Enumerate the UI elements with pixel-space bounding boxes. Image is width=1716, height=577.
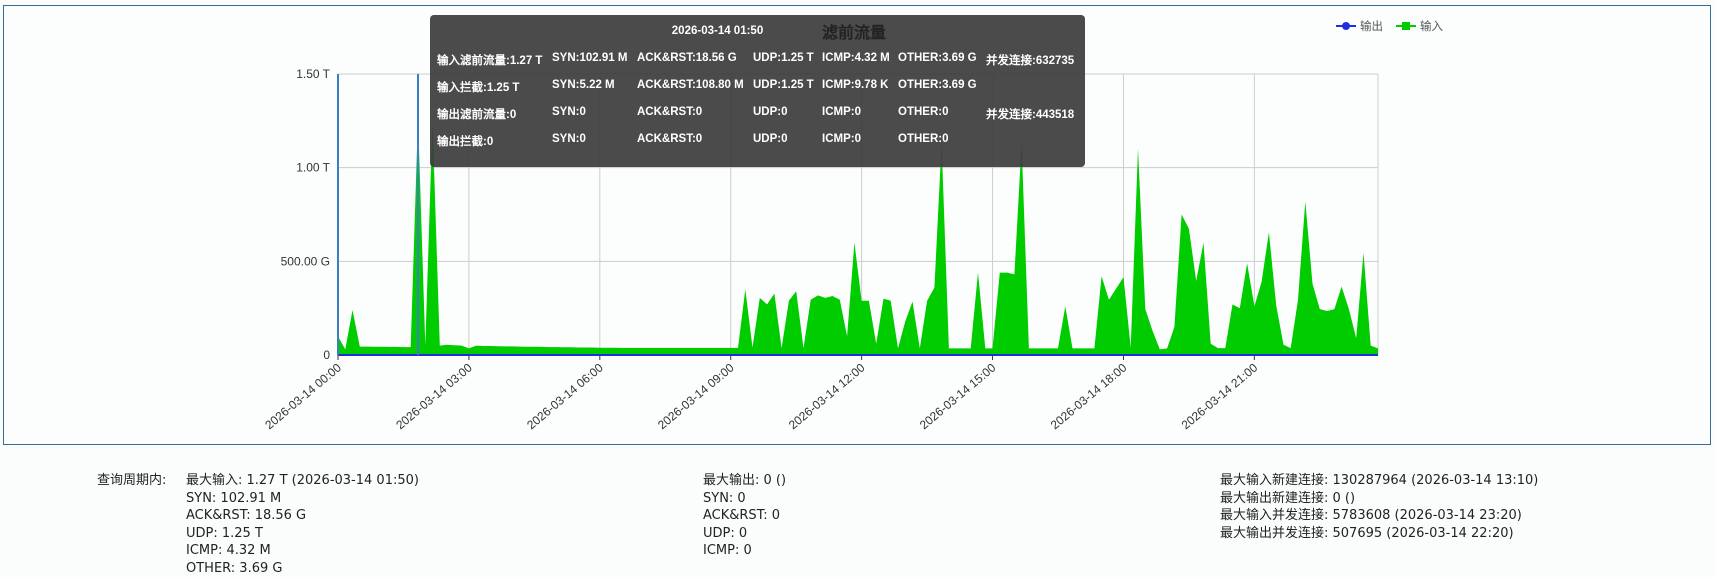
stat-line: 最大输入并发连接: 5783608 (2026-03-14 23:20) — [1220, 507, 1538, 525]
x-tick-label: 2026-03-14 15:00 — [917, 360, 999, 432]
x-tick-label: 2026-03-14 12:00 — [786, 360, 868, 432]
chart-tooltip: 2026-03-14 01:50 输入滤前流量:1.27 T SYN:102.91… — [430, 15, 1085, 167]
tooltip-value: SYN:102.91 M — [552, 52, 627, 64]
x-tick-label: 2026-03-14 00:00 — [262, 360, 344, 432]
circle-marker-icon — [1336, 21, 1356, 31]
tooltip-value: SYN:5.22 M — [552, 79, 615, 91]
stat-line: ACK&RST: 0 — [703, 507, 786, 525]
y-tick-label: 500.00 G — [281, 254, 330, 268]
tooltip-value: UDP:0 — [753, 106, 788, 118]
x-tick-label: 2026-03-14 09:00 — [655, 360, 737, 432]
stat-line: 最大输出并发连接: 507695 (2026-03-14 22:20) — [1220, 525, 1538, 543]
tooltip-value: ICMP:4.32 M — [822, 52, 890, 64]
stats-output: 最大输出: 0 ()SYN: 0ACK&RST: 0UDP: 0ICMP: 0 — [703, 472, 786, 560]
legend-label: 输入 — [1420, 18, 1443, 34]
x-tick-label: 2026-03-14 18:00 — [1048, 360, 1130, 432]
stat-line: 最大输出新建连接: 0 () — [1220, 490, 1538, 508]
x-tick-label: 2026-03-14 03:00 — [393, 360, 475, 432]
tooltip-value: ACK&RST:18.56 G — [637, 52, 737, 64]
tooltip-value: UDP:1.25 T — [753, 79, 814, 91]
tooltip-value: 输入滤前流量:1.27 T — [437, 52, 542, 68]
y-tick-label: 0 — [323, 348, 330, 362]
x-tick-label: 2026-03-14 06:00 — [524, 360, 606, 432]
x-tick-label: 2026-03-14 21:00 — [1179, 360, 1261, 432]
tooltip-value: OTHER:3.69 G — [898, 79, 977, 91]
tooltip-value: ICMP:0 — [822, 133, 861, 145]
tooltip-value: UDP:0 — [753, 133, 788, 145]
stats-input: 最大输入: 1.27 T (2026-03-14 01:50)SYN: 102.… — [186, 472, 419, 577]
tooltip-value: UDP:1.25 T — [753, 52, 814, 64]
stat-line: SYN: 0 — [703, 490, 786, 508]
tooltip-value: SYN:0 — [552, 133, 586, 145]
tooltip-value: 输出滤前流量:0 — [437, 106, 516, 122]
stat-line: UDP: 1.25 T — [186, 525, 419, 543]
stat-line: 最大输出: 0 () — [703, 472, 786, 490]
y-tick-label: 1.00 T — [296, 161, 330, 175]
tooltip-value: ICMP:9.78 K — [822, 79, 888, 91]
tooltip-value: OTHER:0 — [898, 133, 948, 145]
tooltip-value: SYN:0 — [552, 106, 586, 118]
legend-label: 输出 — [1360, 18, 1383, 34]
stat-line: UDP: 0 — [703, 525, 786, 543]
tooltip-value: ACK&RST:108.80 M — [637, 79, 744, 91]
stat-line: ICMP: 0 — [703, 542, 786, 560]
legend-item-output[interactable]: 输出 — [1336, 18, 1383, 34]
stat-line: 最大输入新建连接: 130287964 (2026-03-14 13:10) — [1220, 472, 1538, 490]
tooltip-value: 输入拦截:1.25 T — [437, 79, 519, 95]
tooltip-value: ACK&RST:0 — [637, 106, 702, 118]
tooltip-value: 并发连接:443518 — [986, 106, 1074, 122]
tooltip-value: 输出拦截:0 — [437, 133, 493, 149]
stats-connections: 最大输入新建连接: 130287964 (2026-03-14 13:10)最大… — [1220, 472, 1538, 542]
stat-line: 最大输入: 1.27 T (2026-03-14 01:50) — [186, 472, 419, 490]
tooltip-value: OTHER:3.69 G — [898, 52, 977, 64]
tooltip-value: ACK&RST:0 — [637, 133, 702, 145]
tooltip-value: ICMP:0 — [822, 106, 861, 118]
stats-period-label: 查询周期内: — [97, 472, 166, 490]
tooltip-time: 2026-03-14 01:50 — [430, 25, 1085, 37]
stat-line: ICMP: 4.32 M — [186, 542, 419, 560]
stat-line: SYN: 102.91 M — [186, 490, 419, 508]
stat-line: OTHER: 3.69 G — [186, 560, 419, 577]
stat-line: ACK&RST: 18.56 G — [186, 507, 419, 525]
y-tick-label: 1.50 T — [296, 67, 330, 81]
chart-title: 滤前流量 — [822, 19, 886, 43]
tooltip-value: OTHER:0 — [898, 106, 948, 118]
tooltip-value: 并发连接:632735 — [986, 52, 1074, 68]
legend-item-input[interactable]: 输入 — [1396, 18, 1443, 34]
square-marker-icon — [1396, 21, 1416, 31]
